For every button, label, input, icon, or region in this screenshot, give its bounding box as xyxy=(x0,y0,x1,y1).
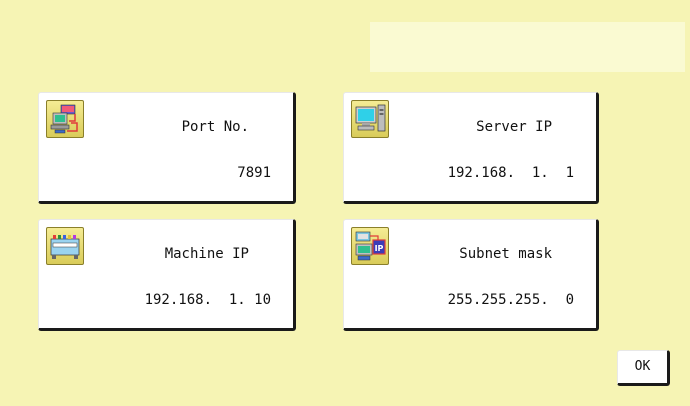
machine-ip-label: Machine IP xyxy=(164,246,249,262)
status-area xyxy=(370,22,685,72)
server-ip-label: Server IP xyxy=(476,119,552,135)
machine-ip-value: 192.168. 1. 10 xyxy=(144,292,271,308)
port-number-value: 7891 xyxy=(237,165,271,181)
ip-network-icon: IP xyxy=(351,227,389,265)
server-ip-button[interactable]: Server IP 192.168. 1. 1 xyxy=(343,92,599,204)
port-number-button[interactable]: Port No. 7891 xyxy=(38,92,296,204)
subnet-mask-button[interactable]: IP Subnet mask 255.255.255. 0 xyxy=(343,219,599,331)
subnet-mask-label: Subnet mask xyxy=(459,246,552,262)
server-ip-value: 192.168. 1. 1 xyxy=(447,165,574,181)
subnet-mask-value: 255.255.255. 0 xyxy=(447,292,574,308)
embroidery-machine-icon xyxy=(46,227,84,265)
port-number-label: Port No. xyxy=(181,119,249,135)
machine-ip-button[interactable]: Machine IP 192.168. 1. 10 xyxy=(38,219,296,331)
computer-icon xyxy=(351,100,389,138)
ok-button[interactable]: OK xyxy=(617,350,670,386)
network-computer-icon xyxy=(46,100,84,138)
svg-text:IP: IP xyxy=(375,244,384,253)
